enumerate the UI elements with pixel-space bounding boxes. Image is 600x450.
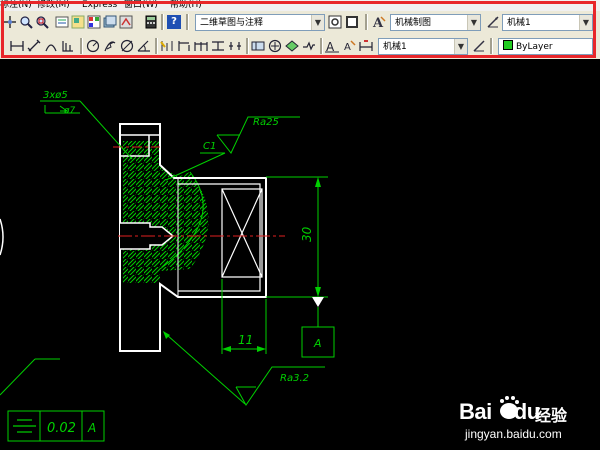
dimension-arrow xyxy=(222,346,231,352)
dimension-space-icon[interactable] xyxy=(211,39,225,53)
menu-help[interactable]: 帮助(H) xyxy=(170,0,202,11)
tolerance-datum: A xyxy=(87,421,96,435)
baseline-dimension-icon[interactable] xyxy=(177,39,191,53)
leader-line xyxy=(166,334,246,405)
jogged-linear-icon[interactable] xyxy=(302,39,316,53)
menu-window[interactable]: 窗口(W) xyxy=(124,0,158,11)
layer-color-select[interactable]: ByLayer xyxy=(498,38,593,55)
ordinate-dimension-icon[interactable] xyxy=(61,39,75,53)
tool-palettes-icon[interactable] xyxy=(87,15,101,29)
menu-dimension[interactable]: 标注(N) xyxy=(0,0,32,11)
continue-dimension-icon[interactable] xyxy=(194,39,208,53)
tolerance-value: 0.02 xyxy=(47,421,76,436)
menu-bar: 标注(N) 修改(M) Express 窗口(W) 帮助(H) xyxy=(0,0,600,11)
dimension-style-select-value: 机械1 xyxy=(507,18,531,28)
aligned-dimension-icon[interactable] xyxy=(27,39,41,53)
datum-label: A xyxy=(313,337,322,350)
angular-dimension-icon[interactable] xyxy=(137,39,151,53)
toolbar-separator xyxy=(365,14,368,30)
linear-dimension-icon[interactable] xyxy=(10,39,24,53)
dimension-arrow xyxy=(257,346,266,352)
inspection-icon[interactable] xyxy=(285,39,299,53)
watermark-brand: Bai du xyxy=(459,399,540,424)
jogged-dimension-icon[interactable] xyxy=(103,39,117,53)
markup-icon[interactable] xyxy=(119,15,133,29)
datum-triangle xyxy=(312,297,324,307)
workspace-select-value: 二维草图与注释 xyxy=(200,18,264,28)
workspace-select[interactable]: 二维草图与注释 ▼ xyxy=(195,14,325,31)
radius-dimension-icon[interactable] xyxy=(86,39,100,53)
partial-arc xyxy=(0,218,4,256)
arc-length-icon[interactable] xyxy=(44,39,58,53)
toolbar-separator xyxy=(161,14,164,30)
calculator-icon[interactable] xyxy=(144,15,158,29)
baidu-jingyan-watermark: Bai du 经验 jingyan.baidu.com xyxy=(445,391,595,446)
dimension-update-icon[interactable] xyxy=(359,39,373,53)
key-slot xyxy=(221,188,263,278)
svg-text:A: A xyxy=(344,42,351,53)
text-style-select-value: 机械制图 xyxy=(395,18,432,28)
chamfer-label: C1 xyxy=(203,141,216,152)
standard-toolbar: ? 二维草图与注释 ▼ A 机械制图 ▼ 机械1 ▼ xyxy=(0,11,600,34)
center-mark-icon[interactable] xyxy=(268,39,282,53)
watermark-cn: 经验 xyxy=(535,406,568,425)
dim-style-select[interactable]: 机械1 ▼ xyxy=(378,38,468,55)
symmetry-icon xyxy=(13,419,36,433)
dimension-style-manager-icon[interactable] xyxy=(472,39,486,53)
help-question-icon[interactable]: ? xyxy=(167,15,181,29)
tolerance-icon[interactable] xyxy=(251,39,265,53)
quick-dimension-icon[interactable] xyxy=(160,39,174,53)
pan-icon[interactable] xyxy=(3,15,17,29)
layer-color-select-value: ByLayer xyxy=(516,42,553,52)
layer-color-swatch xyxy=(503,40,513,50)
dimension-style-select[interactable]: 机械1 ▼ xyxy=(502,14,593,31)
sheet-set-icon[interactable] xyxy=(103,15,117,29)
zoom-window-icon[interactable] xyxy=(35,15,49,29)
dimension-arrow xyxy=(315,287,321,297)
chevron-down-icon: ▼ xyxy=(467,15,480,30)
dimension-30-label: 30 xyxy=(300,226,314,242)
leader-arrow xyxy=(163,331,170,339)
chevron-down-icon: ▼ xyxy=(311,15,324,30)
workspace-settings-icon[interactable] xyxy=(328,15,342,29)
toolbar-separator xyxy=(246,38,249,54)
leader-line xyxy=(79,100,133,160)
dimension-break-icon[interactable] xyxy=(228,39,242,53)
roughness-top-label: Ra25 xyxy=(253,117,279,128)
dimension-toolbar: A A 机械1 ▼ ByLayer xyxy=(0,34,600,59)
toolbar-separator xyxy=(186,14,189,30)
diameter-dimension-icon[interactable] xyxy=(120,39,134,53)
my-workspace-icon[interactable] xyxy=(345,15,359,29)
hole-note-count: 3xø5 xyxy=(43,90,68,101)
properties-icon[interactable] xyxy=(55,15,69,29)
toolbar-separator xyxy=(320,38,323,54)
dimension-11-label: 11 xyxy=(238,333,253,347)
dimension-text-edit-icon[interactable]: A xyxy=(342,39,356,53)
dim-style-select-value: 机械1 xyxy=(383,42,407,52)
dimension-style-icon[interactable] xyxy=(486,15,500,29)
zoom-realtime-icon[interactable] xyxy=(19,15,33,29)
dimension-edit-icon[interactable]: A xyxy=(325,39,339,53)
menu-express[interactable]: Express xyxy=(82,0,117,11)
leader-line xyxy=(165,152,226,181)
roughness-bottom-label: Ra3.2 xyxy=(280,373,309,384)
toolbar-separator xyxy=(155,38,158,54)
chevron-down-icon: ▼ xyxy=(454,39,467,54)
toolbar-separator xyxy=(490,38,493,54)
menu-modify[interactable]: 修改(M) xyxy=(37,0,70,11)
text-style-icon[interactable]: A xyxy=(372,15,386,29)
chevron-down-icon: ▼ xyxy=(579,15,592,30)
design-center-icon[interactable] xyxy=(71,15,85,29)
text-style-select[interactable]: 机械制图 ▼ xyxy=(390,14,481,31)
leader-line xyxy=(0,358,36,396)
toolbar-separator xyxy=(80,38,83,54)
dimension-arrow xyxy=(315,177,321,187)
watermark-url: jingyan.baidu.com xyxy=(465,427,562,441)
svg-text:A: A xyxy=(326,40,335,53)
